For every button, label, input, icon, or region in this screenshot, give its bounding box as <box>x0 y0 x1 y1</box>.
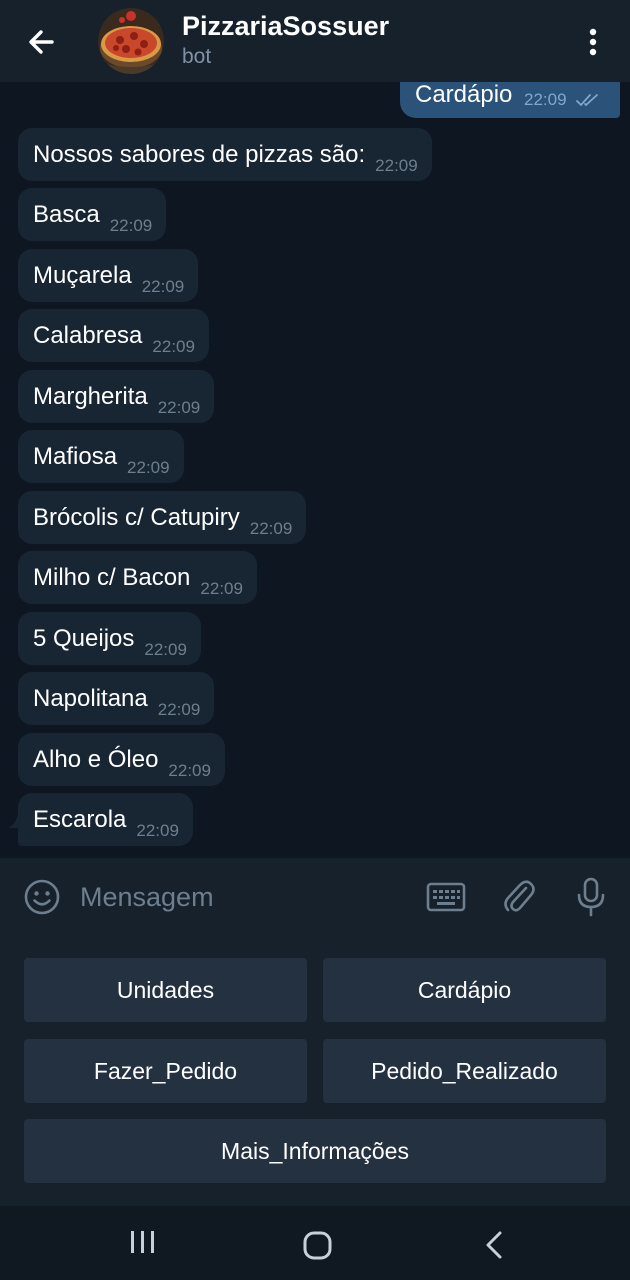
message-text: Mafiosa <box>33 443 118 470</box>
system-back-button[interactable] <box>480 1228 510 1264</box>
message-time: 22:09 <box>136 821 179 840</box>
recent-apps-icon <box>131 1231 154 1253</box>
mais-informacoes-button[interactable]: Mais_Informações <box>24 1119 606 1183</box>
incoming-message[interactable]: 5 Queijos 22:09 <box>18 612 201 665</box>
keyboard-button[interactable] <box>426 880 466 914</box>
system-nav-bar <box>0 1206 630 1280</box>
incoming-message[interactable]: Mafiosa 22:09 <box>18 430 184 483</box>
emoji-button[interactable] <box>23 878 61 916</box>
incoming-message[interactable]: Alho e Óleo 22:09 <box>18 733 225 786</box>
message-time: 22:09 <box>249 519 293 538</box>
message-text: Nossos sabores de pizzas são: <box>33 141 366 168</box>
bubble-tail <box>8 814 22 828</box>
incoming-message[interactable]: Nossos sabores de pizzas são: 22:09 <box>18 128 432 181</box>
message-text: 5 Queijos <box>33 625 135 652</box>
message-text: Cardápio <box>415 82 513 108</box>
cardapio-button[interactable]: Cardápio <box>323 958 606 1022</box>
message-time: 22:09 <box>127 458 170 477</box>
chevron-left-icon <box>486 1231 502 1259</box>
microphone-icon <box>577 877 605 917</box>
emoji-icon <box>24 879 60 915</box>
attach-button[interactable] <box>502 878 536 916</box>
avatar[interactable] <box>98 8 164 74</box>
message-text: Margherita <box>33 383 148 410</box>
home-icon <box>303 1231 332 1260</box>
menu-button[interactable] <box>578 22 608 62</box>
message-time: 22:09 <box>109 216 153 235</box>
home-button[interactable] <box>300 1228 336 1264</box>
message-time: 22:09 <box>168 761 211 780</box>
incoming-message[interactable]: Margherita 22:09 <box>18 370 215 423</box>
message-time: 22:09 <box>157 700 201 719</box>
incoming-message[interactable]: Milho c/ Bacon 22:09 <box>18 551 257 604</box>
double-check-icon <box>576 94 598 107</box>
message-time: 22:09 <box>152 337 195 356</box>
message-time: 22:09 <box>141 277 185 296</box>
pizza-avatar-icon <box>98 8 164 74</box>
message-text: Escarola <box>33 806 127 833</box>
chat-subtitle: bot <box>182 45 212 68</box>
more-vertical-icon <box>589 28 597 56</box>
message-list[interactable]: Cardápio 22:09 Nossos sabores de pizzas … <box>0 82 630 858</box>
message-composer <box>0 858 630 935</box>
incoming-message[interactable]: Basca 22:09 <box>18 188 167 241</box>
message-text: Basca <box>33 201 100 228</box>
microphone-button[interactable] <box>576 876 606 918</box>
chat-title[interactable]: PizzariaSossuer <box>182 11 389 42</box>
keyboard-icon <box>426 882 466 912</box>
back-button[interactable] <box>22 22 62 62</box>
incoming-message[interactable]: Muçarela 22:09 <box>18 249 199 302</box>
chat-header: PizzariaSossuer bot <box>0 0 630 82</box>
pedido-realizado-button[interactable]: Pedido_Realizado <box>323 1039 606 1103</box>
unidades-button[interactable]: Unidades <box>24 958 307 1022</box>
message-time: 22:09 <box>157 398 201 417</box>
message-time: 22:09 <box>524 90 567 109</box>
message-input[interactable] <box>80 878 400 916</box>
outgoing-message[interactable]: Cardápio 22:09 <box>400 82 620 118</box>
message-text: Milho c/ Bacon <box>33 564 191 591</box>
message-time: 22:09 <box>144 640 187 659</box>
message-time: 22:09 <box>375 156 418 175</box>
message-text: Calabresa <box>33 322 143 349</box>
message-time: 22:09 <box>200 579 243 598</box>
chat-screen: PizzariaSossuer bot Cardápio 22:09 Nosso… <box>0 0 630 1280</box>
incoming-message[interactable]: Napolitana 22:09 <box>18 672 215 725</box>
paperclip-icon <box>504 880 535 912</box>
incoming-message[interactable]: Escarola 22:09 <box>18 793 193 846</box>
message-text: Muçarela <box>33 262 132 289</box>
arrow-left-icon <box>29 30 54 54</box>
incoming-message[interactable]: Brócolis c/ Catupiry 22:09 <box>18 491 307 544</box>
message-text: Napolitana <box>33 685 148 712</box>
fazer-pedido-button[interactable]: Fazer_Pedido <box>24 1039 307 1103</box>
incoming-message[interactable]: Calabresa 22:09 <box>18 309 209 362</box>
recent-apps-button[interactable] <box>124 1228 160 1258</box>
message-text: Alho e Óleo <box>33 746 159 773</box>
message-text: Brócolis c/ Catupiry <box>33 504 240 531</box>
bot-reply-keyboard: Unidades Cardápio Fazer_Pedido Pedido_Re… <box>0 935 630 1206</box>
